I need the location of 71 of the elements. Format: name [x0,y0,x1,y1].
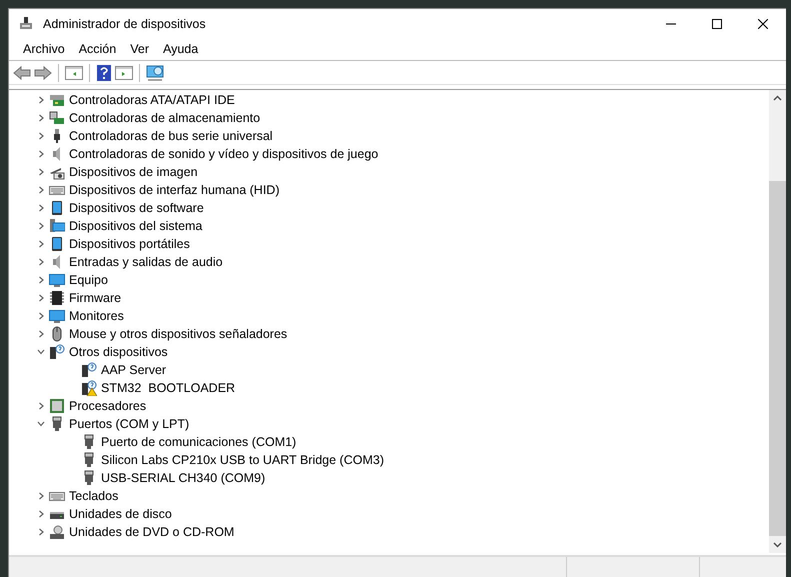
expand-chevron-icon[interactable] [37,312,45,320]
tree-item[interactable]: STM32 BOOTLOADER [101,378,236,398]
help-icon[interactable] [96,64,112,82]
collapse-chevron-icon[interactable] [37,420,45,428]
handheld-icon [49,200,65,216]
expand-chevron-icon[interactable] [37,186,45,194]
close-icon [758,19,768,29]
handheld-icon [49,236,65,252]
tree-item[interactable]: USB-SERIAL CH340 (COM9) [101,468,266,488]
expand-chevron-icon[interactable] [37,204,45,212]
tree-item[interactable]: Dispositivos de interfaz humana (HID) [69,180,280,200]
device-manager-icon [18,16,34,32]
scan-monitor-icon[interactable] [146,64,166,82]
controller-card-icon [49,92,65,108]
tree-item[interactable]: Procesadores [69,396,146,416]
tree-item[interactable]: Entradas y salidas de audio [69,252,223,272]
expand-chevron-icon[interactable] [37,114,45,122]
tree-item[interactable]: Silicon Labs CP210x USB to UART Bridge (COM3) [101,450,384,470]
tree-item[interactable]: Controladoras de sonido y vídeo y dispositivos de juego [69,144,378,164]
tree-item[interactable]: Teclados [69,486,118,506]
chip-icon [49,290,65,306]
storage-card-icon [49,110,65,126]
tree-item[interactable]: AAP Server [101,360,166,380]
tree-item[interactable]: Firmware [69,288,122,308]
processor-icon [49,398,65,414]
expand-chevron-icon[interactable] [37,330,45,338]
expand-chevron-icon[interactable] [37,294,45,302]
tree-item[interactable]: Dispositivos de software [69,198,204,218]
forward-arrow-icon[interactable] [34,64,52,80]
console-tree-icon[interactable] [65,64,83,80]
tree-item[interactable]: Unidades de DVD o CD-ROM [69,522,234,542]
action-pane-icon[interactable] [115,64,133,80]
tree-item[interactable]: Controladoras ATA/ATAPI IDE [69,90,235,110]
window-title: Administrador de dispositivos [43,16,206,33]
monitor-icon [49,272,65,288]
tree-item[interactable]: Monitores [69,306,124,326]
computer-icon [49,218,65,234]
tree-item[interactable]: Dispositivos del sistema [69,216,202,236]
tree-item[interactable]: Otros dispositivos [69,342,168,362]
tree-item[interactable]: Controladoras de bus serie universal [69,126,273,146]
menu-item[interactable]: Ver [125,40,154,59]
back-arrow-icon[interactable] [13,64,31,80]
expand-chevron-icon[interactable] [37,168,45,176]
monitor-icon [49,308,65,324]
expand-chevron-icon[interactable] [37,528,45,536]
maximize-icon [712,19,722,29]
expand-chevron-icon[interactable] [37,132,45,140]
tree-item[interactable]: Dispositivos portátiles [69,234,190,254]
unknown-device-icon [49,344,65,360]
tree-item[interactable]: Puertos (COM y LPT) [69,414,190,434]
expand-chevron-icon[interactable] [37,492,45,500]
tree-item[interactable]: Puerto de comunicaciones (COM1) [101,432,296,452]
expand-chevron-icon[interactable] [37,96,45,104]
tree-item[interactable]: Mouse y otros dispositivos señaladores [69,324,288,344]
expand-chevron-icon[interactable] [37,240,45,248]
expand-chevron-icon[interactable] [37,222,45,230]
expand-chevron-icon[interactable] [37,150,45,158]
expand-chevron-icon[interactable] [37,402,45,410]
scrollbar-thumb[interactable] [769,181,786,536]
menu-item[interactable]: Archivo [18,40,70,59]
expand-chevron-icon[interactable] [37,258,45,266]
tree-item[interactable]: Controladoras de almacenamiento [69,108,260,128]
optical-drive-icon [49,524,65,540]
menu-item[interactable]: Acción [74,40,122,59]
expand-chevron-icon[interactable] [37,276,45,284]
expand-chevron-icon[interactable] [37,510,45,518]
tree-item[interactable]: Dispositivos de imagen [69,162,198,182]
tree-item[interactable]: Unidades de disco [69,504,172,524]
collapse-chevron-icon[interactable] [37,348,45,356]
tree-item[interactable]: Equipo [69,270,108,290]
menu-item[interactable]: Ayuda [158,40,204,59]
